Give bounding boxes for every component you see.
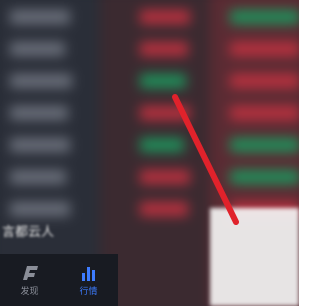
list-item[interactable] [0, 138, 299, 156]
app-screen: 言都云人 发现 行情 [0, 0, 299, 306]
overlay-panel [210, 208, 299, 306]
list-item[interactable] [0, 10, 299, 28]
tab-discover-label: 发现 [20, 287, 39, 297]
list-item[interactable] [0, 106, 299, 124]
bottom-tab-bar: 发现 行情 [0, 254, 118, 306]
f-logo-icon [22, 266, 38, 280]
list-item[interactable] [0, 170, 299, 188]
tab-market[interactable]: 行情 [59, 254, 118, 306]
bar-chart-icon [81, 267, 95, 281]
tab-market-label: 行情 [79, 287, 98, 297]
list-item[interactable] [0, 42, 299, 60]
partial-caption: 言都云人 [2, 225, 55, 240]
list-item[interactable] [0, 74, 299, 92]
tab-discover[interactable]: 发现 [0, 254, 59, 306]
